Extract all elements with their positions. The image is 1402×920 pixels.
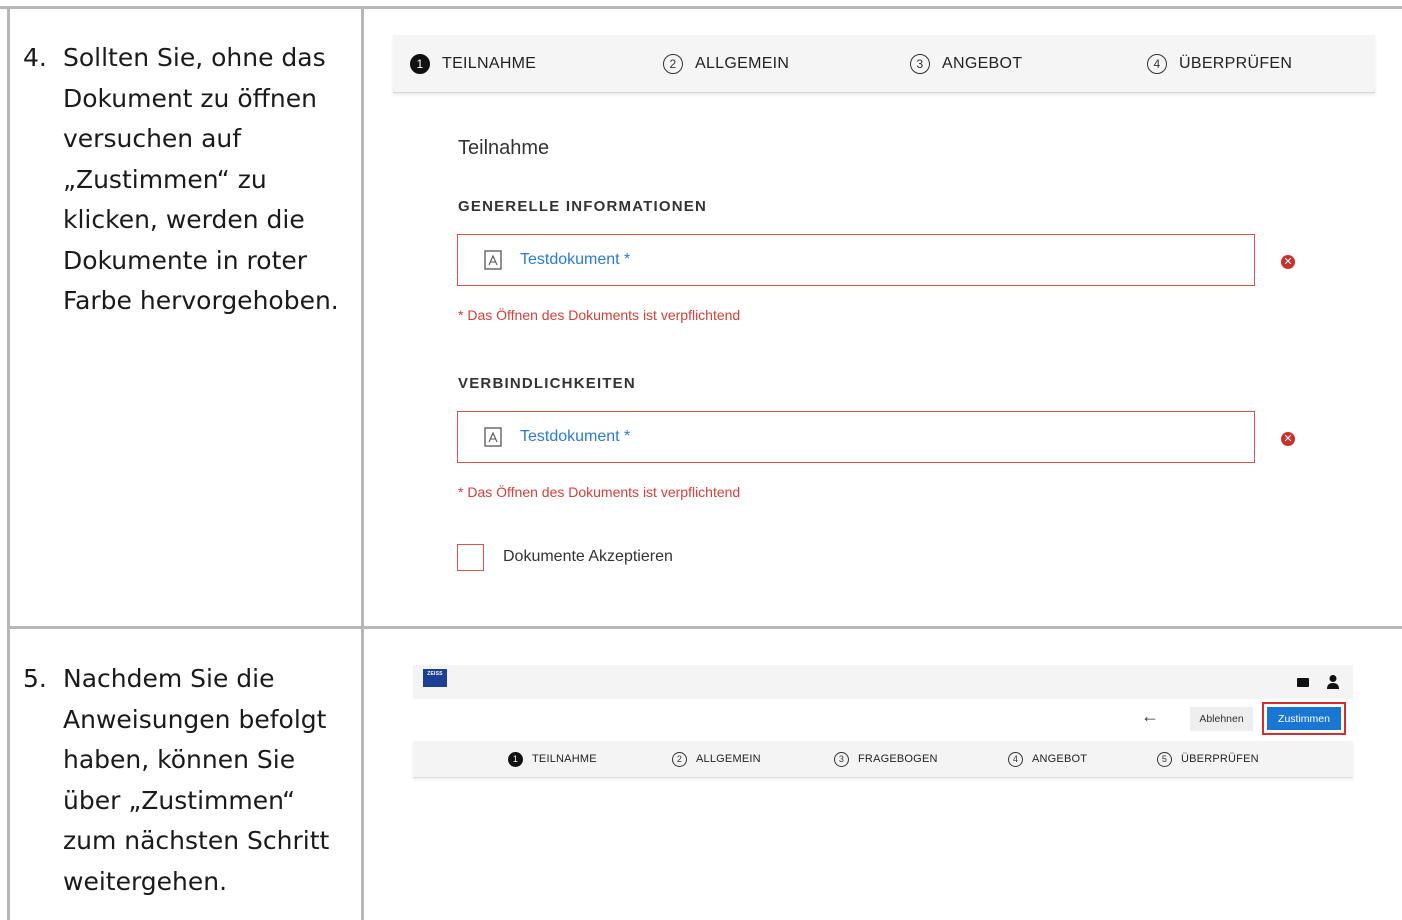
step-circle-icon: 5 bbox=[1157, 751, 1172, 767]
step-label: ALLGEMEIN bbox=[695, 54, 790, 72]
section-title: Teilnahme bbox=[458, 137, 550, 159]
instruction-line: Anweisungen befolgt bbox=[63, 704, 327, 734]
step-label: ANGEBOT bbox=[942, 54, 1023, 72]
step-angebot[interactable]: 3 ANGEBOT bbox=[910, 35, 1022, 92]
instruction-line: zum nächsten Schritt bbox=[63, 826, 330, 855]
pdf-icon bbox=[484, 427, 502, 447]
error-message: * Das Öffnen des Dokuments ist verpflich… bbox=[458, 307, 741, 323]
x-circle-icon: ✕ bbox=[1281, 255, 1295, 269]
checkbox-label: Dokumente Akzeptieren bbox=[503, 548, 673, 565]
step-fragebogen[interactable]: 3 FRAGEBOGEN bbox=[834, 741, 938, 777]
agree-button[interactable]: Zustimmen bbox=[1267, 707, 1341, 730]
table-border-left bbox=[7, 6, 10, 920]
step-circle-icon: 4 bbox=[1008, 751, 1023, 767]
step-circle-icon: 3 bbox=[910, 53, 930, 74]
messages-icon[interactable] bbox=[1297, 678, 1309, 687]
instruction-line: „Zustimmen“ zu bbox=[63, 164, 267, 194]
instruction-line: klicken, werden die bbox=[63, 205, 305, 234]
step-number: 5. bbox=[23, 664, 47, 693]
x-circle-icon: ✕ bbox=[1281, 432, 1295, 446]
instruction-line: Dokumente in roter bbox=[63, 245, 308, 275]
instruction-line: haben, können Sie bbox=[63, 745, 296, 774]
accept-documents-checkbox[interactable] bbox=[457, 544, 484, 571]
stepper-bar: 1 TEILNAHME 2 ALLGEMEIN 3 ANGEBOT 4 ÜBER… bbox=[393, 35, 1375, 93]
step-circle-icon: 1 bbox=[410, 53, 430, 74]
instruction-line: Nachdem Sie die bbox=[63, 664, 275, 693]
instruction-line: versuchen auf bbox=[63, 124, 242, 153]
instruction-line: über „Zustimmen“ bbox=[63, 785, 296, 815]
document-link[interactable]: Testdokument * bbox=[520, 428, 630, 446]
step-label: FRAGEBOGEN bbox=[858, 753, 938, 765]
action-bar: ← Ablehnen Zustimmen bbox=[413, 699, 1353, 741]
error-message: * Das Öffnen des Dokuments ist verpflich… bbox=[458, 484, 741, 500]
step-circle-icon: 2 bbox=[672, 751, 687, 767]
instruction-step-5: 5. Nachdem Sie die Anweisungen befolgt h… bbox=[23, 659, 353, 902]
step-label: ANGEBOT bbox=[1032, 753, 1088, 765]
instruction-line: Dokument zu öffnen bbox=[63, 83, 317, 113]
step-circle-icon: 3 bbox=[834, 751, 849, 767]
table-border-top bbox=[0, 6, 1402, 9]
zeiss-logo: ZEISS bbox=[423, 669, 447, 687]
table-row-divider bbox=[7, 626, 1402, 629]
step-label: ÜBERPRÜFEN bbox=[1181, 753, 1259, 765]
step-circle-icon: 4 bbox=[1147, 53, 1167, 74]
step-circle-icon: 1 bbox=[508, 751, 523, 767]
step-ueberpruefen[interactable]: 4 ÜBERPRÜFEN bbox=[1147, 35, 1292, 92]
decline-button[interactable]: Ablehnen bbox=[1190, 707, 1253, 731]
instruction-line: weitergehen. bbox=[63, 866, 228, 896]
step-circle-icon: 2 bbox=[663, 53, 683, 74]
step-label: ALLGEMEIN bbox=[696, 753, 761, 765]
stepper-bar: 1 TEILNAHME 2 ALLGEMEIN 3 FRAGEBOGEN 4 A… bbox=[413, 741, 1353, 778]
highlight-frame: Zustimmen bbox=[1262, 702, 1346, 735]
table-column-divider bbox=[361, 6, 364, 920]
step-ueberpruefen[interactable]: 5 ÜBERPRÜFEN bbox=[1157, 741, 1259, 777]
document-link[interactable]: Testdokument * bbox=[520, 251, 630, 269]
step-teilnahme[interactable]: 1 TEILNAHME bbox=[508, 741, 597, 777]
instruction-line: Farbe hervorgehoben. bbox=[63, 286, 339, 315]
instruction-line: Sollten Sie, ohne das bbox=[63, 43, 326, 72]
document-field[interactable]: Testdokument * bbox=[457, 234, 1255, 286]
group-heading: VERBINDLICHKEITEN bbox=[458, 375, 636, 392]
app-screenshot: ZEISS ← Ablehnen Zustimmen 1 TEILNAHME 2… bbox=[413, 665, 1353, 783]
step-allgemein[interactable]: 2 ALLGEMEIN bbox=[672, 741, 761, 777]
user-icon[interactable] bbox=[1326, 674, 1340, 690]
group-heading: GENERELLE INFORMATIONEN bbox=[458, 198, 707, 215]
document-field[interactable]: Testdokument * bbox=[457, 411, 1255, 463]
top-bar: ZEISS bbox=[413, 665, 1353, 699]
instruction-step-4: 4. Sollten Sie, ohne das Dokument zu öff… bbox=[23, 38, 353, 322]
step-angebot[interactable]: 4 ANGEBOT bbox=[1008, 741, 1087, 777]
step-label: TEILNAHME bbox=[442, 54, 537, 72]
pdf-icon bbox=[484, 250, 502, 270]
step-teilnahme[interactable]: 1 TEILNAHME bbox=[410, 35, 536, 92]
step-number: 4. bbox=[23, 43, 47, 72]
step-label: TEILNAHME bbox=[532, 753, 597, 765]
back-arrow-icon[interactable]: ← bbox=[1141, 706, 1159, 727]
step-allgemein[interactable]: 2 ALLGEMEIN bbox=[663, 35, 789, 92]
step-label: ÜBERPRÜFEN bbox=[1179, 54, 1293, 72]
